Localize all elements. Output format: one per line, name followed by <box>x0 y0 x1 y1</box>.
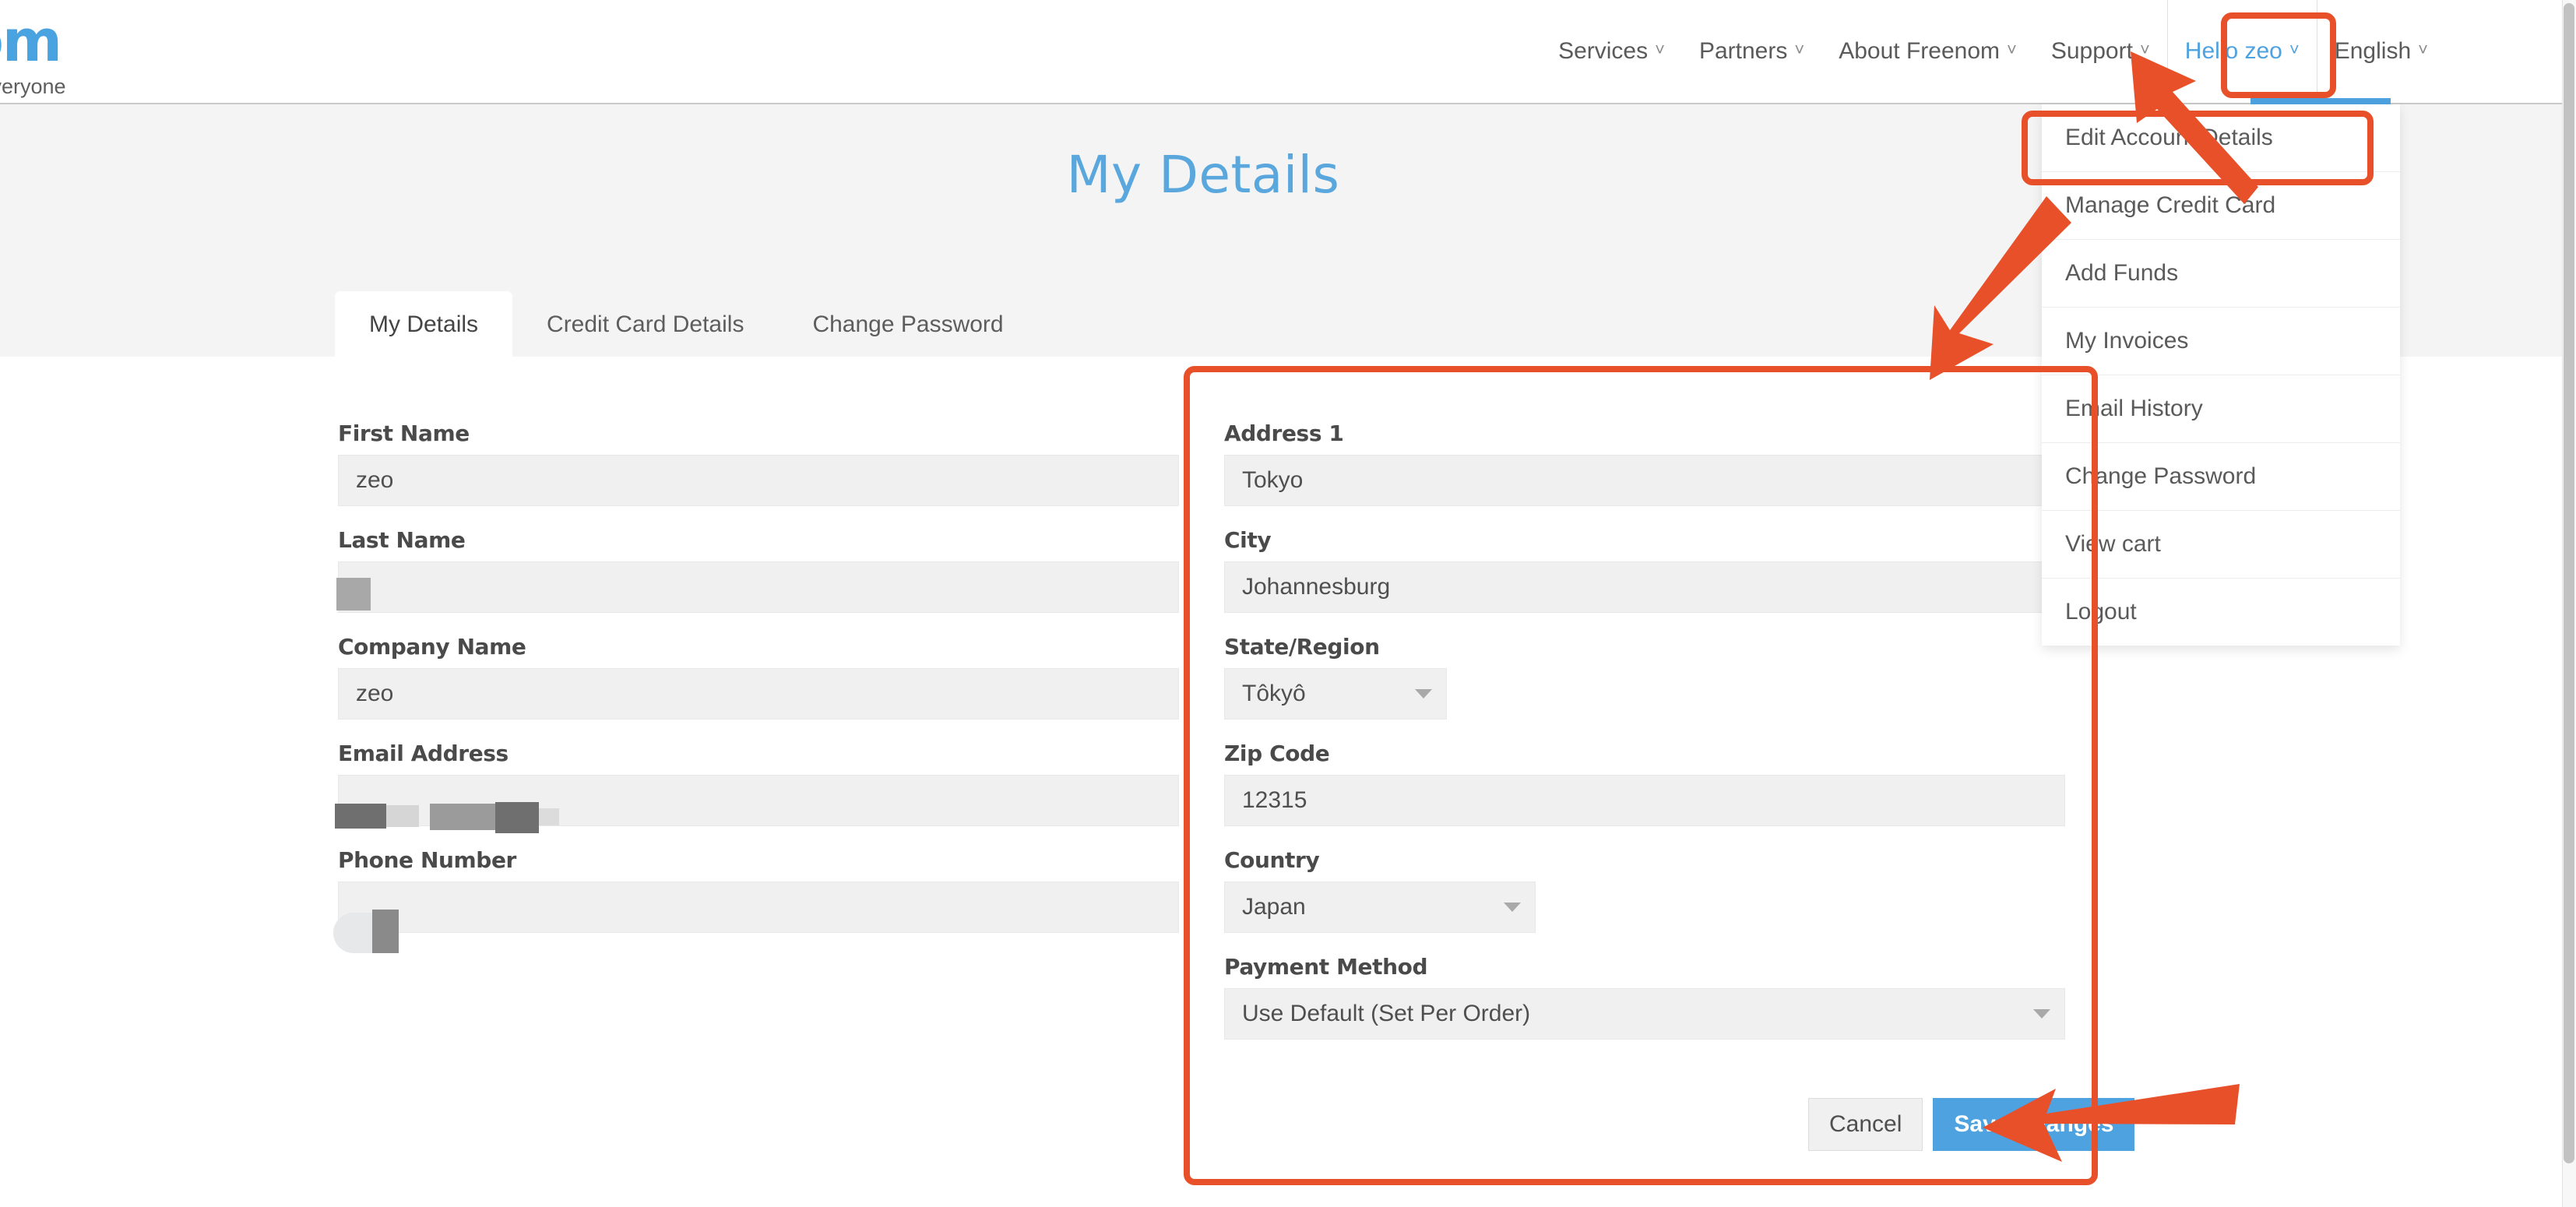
chevron-down-icon: ˅ <box>1794 40 1805 59</box>
menu-item-logout[interactable]: Logout <box>2042 579 2400 646</box>
tab-label: Credit Card Details <box>547 311 744 337</box>
cancel-button[interactable]: Cancel <box>1808 1098 1923 1151</box>
nav-item-user-menu[interactable]: Hello zeo ˅ <box>2168 0 2317 103</box>
chevron-down-icon: ˅ <box>2418 40 2428 59</box>
site-header: om r Everyone Services ˅ Partners ˅ Abou… <box>0 0 2562 103</box>
field-last-name: Last Name <box>338 527 1179 613</box>
chevron-down-icon <box>1504 903 1521 912</box>
field-label: Country <box>1224 847 1320 873</box>
city-input[interactable]: Johannesburg <box>1224 561 2065 613</box>
nav-item-services[interactable]: Services ˅ <box>1541 0 1682 103</box>
field-company-name: Company Name zeo <box>338 634 1179 720</box>
field-phone-number: Phone Number <box>338 847 1179 933</box>
menu-item-manage-credit-card[interactable]: Manage Credit Card <box>2042 172 2400 240</box>
chevron-down-icon: ˅ <box>1655 40 1665 59</box>
field-label: Email Address <box>338 741 509 766</box>
payment-method-value: Use Default (Set Per Order) <box>1242 1001 1531 1026</box>
state-region-select[interactable]: Tôkyô <box>1224 668 1447 720</box>
chevron-down-icon: ˅ <box>2007 40 2017 59</box>
field-city: City Johannesburg <box>1224 527 2081 613</box>
form-column-right: Address 1 Tokyo City Johannesburg State/… <box>1224 421 2081 1061</box>
state-region-value: Tôkyô <box>1242 681 1306 706</box>
top-navigation: Services ˅ Partners ˅ About Freenom ˅ Su… <box>1541 0 2445 103</box>
tab-bar: My Details Credit Card Details Change Pa… <box>335 291 1038 358</box>
field-first-name: First Name zeo <box>338 421 1179 506</box>
menu-item-email-history[interactable]: Email History <box>2042 375 2400 443</box>
company-name-input[interactable]: zeo <box>338 668 1179 720</box>
email-address-input[interactable] <box>338 775 1179 826</box>
tab-label: Change Password <box>812 311 1004 337</box>
last-name-input[interactable] <box>338 561 1179 613</box>
nav-label: About Freenom <box>1839 38 2000 64</box>
country-value: Japan <box>1242 894 1306 920</box>
form-actions: Cancel Save Changes <box>1808 1098 2135 1151</box>
page-root: om r Everyone Services ˅ Partners ˅ Abou… <box>0 0 2576 1207</box>
field-zip-code: Zip Code 12315 <box>1224 741 2081 826</box>
nav-label: Partners <box>1698 38 1788 64</box>
field-label: Zip Code <box>1224 741 1330 766</box>
menu-item-edit-account-details[interactable]: Edit Account Details <box>2042 104 2400 172</box>
form-column-left: First Name zeo Last Name Company Name ze… <box>338 421 1179 954</box>
payment-method-select[interactable]: Use Default (Set Per Order) <box>1224 988 2065 1040</box>
tab-change-password[interactable]: Change Password <box>778 291 1037 358</box>
zip-code-input[interactable]: 12315 <box>1224 775 2065 826</box>
chevron-down-icon: ˅ <box>2139 40 2150 59</box>
address1-input[interactable]: Tokyo <box>1224 455 2065 506</box>
menu-item-add-funds[interactable]: Add Funds <box>2042 240 2400 308</box>
save-changes-button[interactable]: Save Changes <box>1933 1098 2135 1151</box>
menu-item-change-password[interactable]: Change Password <box>2042 443 2400 511</box>
country-select[interactable]: Japan <box>1224 881 1536 933</box>
tab-my-details[interactable]: My Details <box>335 291 513 358</box>
nav-label: Services <box>1558 38 1649 64</box>
field-country: Country Japan <box>1224 847 2081 933</box>
language-label: English <box>2334 38 2412 64</box>
field-label: Phone Number <box>338 847 516 873</box>
first-name-input[interactable]: zeo <box>338 455 1179 506</box>
chevron-down-icon <box>1415 689 1432 699</box>
field-label: Company Name <box>338 634 526 660</box>
logo-tagline: r Everyone <box>0 75 66 98</box>
user-dropdown-menu: Edit Account Details Manage Credit Card … <box>2042 104 2400 646</box>
nav-item-language[interactable]: English ˅ <box>2317 0 2445 103</box>
tab-label: My Details <box>369 311 479 337</box>
freenom-logo[interactable]: om r Everyone <box>0 12 198 99</box>
field-label: Address 1 <box>1224 421 1344 446</box>
user-menu-label: Hello zeo <box>2184 38 2282 64</box>
chevron-down-icon <box>2033 1009 2050 1019</box>
field-label: Payment Method <box>1224 954 1428 980</box>
vertical-scrollbar-thumb[interactable] <box>2564 3 2574 1163</box>
field-label: Last Name <box>338 527 466 553</box>
nav-item-about-freenom[interactable]: About Freenom ˅ <box>1821 0 2034 103</box>
field-email-address: Email Address <box>338 741 1179 826</box>
field-address1: Address 1 Tokyo <box>1224 421 2081 506</box>
field-label: State/Region <box>1224 634 1380 660</box>
phone-number-input[interactable] <box>338 881 1179 933</box>
field-state-region: State/Region Tôkyô <box>1224 634 2081 720</box>
logo-wordmark: om <box>0 8 62 75</box>
tab-credit-card-details[interactable]: Credit Card Details <box>512 291 778 358</box>
chevron-down-icon: ˅ <box>2289 40 2300 59</box>
nav-item-partners[interactable]: Partners ˅ <box>1682 0 1821 103</box>
field-label: City <box>1224 527 1272 553</box>
field-payment-method: Payment Method Use Default (Set Per Orde… <box>1224 954 2081 1040</box>
header-active-indicator <box>2250 98 2391 104</box>
menu-item-view-cart[interactable]: View cart <box>2042 511 2400 579</box>
nav-item-support[interactable]: Support ˅ <box>2034 0 2167 103</box>
field-label: First Name <box>338 421 470 446</box>
menu-item-my-invoices[interactable]: My Invoices <box>2042 308 2400 375</box>
nav-label: Support <box>2050 38 2133 64</box>
